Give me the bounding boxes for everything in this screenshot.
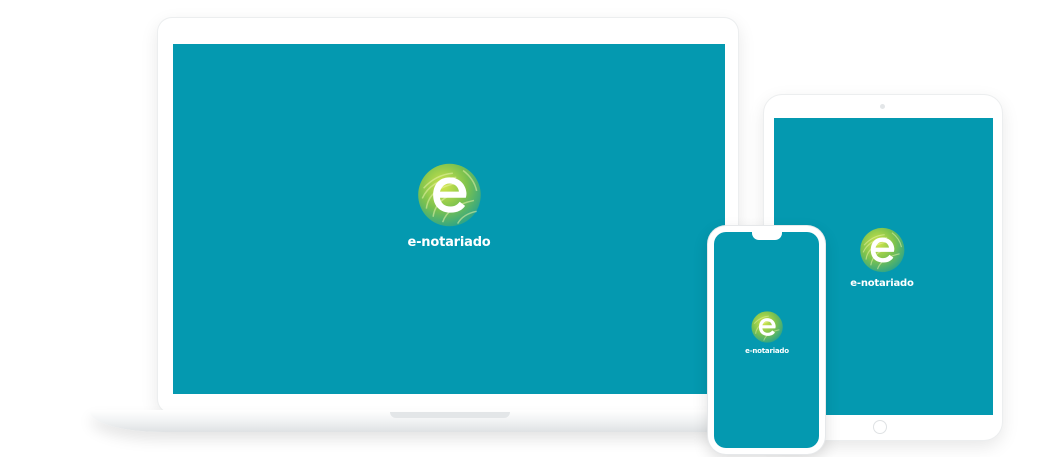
- phone-brand-logo: e-notariado: [745, 310, 789, 355]
- laptop-brand-logo: e-notariado: [407, 161, 491, 250]
- fingerprint-e-logo-icon: [751, 311, 783, 343]
- phone-notch: [752, 232, 782, 240]
- fingerprint-e-logo-icon: [859, 227, 905, 273]
- brand-wordmark: e-notariado: [407, 235, 491, 250]
- tablet-camera: [880, 104, 885, 109]
- tablet-brand-logo: e-notariado: [850, 226, 914, 289]
- phone-screen: e-notariado: [714, 232, 819, 448]
- brand-wordmark: e-notariado: [850, 278, 914, 289]
- fingerprint-e-logo-icon: [417, 163, 481, 227]
- laptop-screen: e-notariado: [173, 44, 725, 394]
- brand-wordmark: e-notariado: [745, 347, 789, 355]
- device-mockup: e-notariado e-notariado e-notariado: [0, 0, 1038, 457]
- laptop-hinge-notch: [390, 412, 510, 418]
- tablet-home-button: [873, 420, 887, 434]
